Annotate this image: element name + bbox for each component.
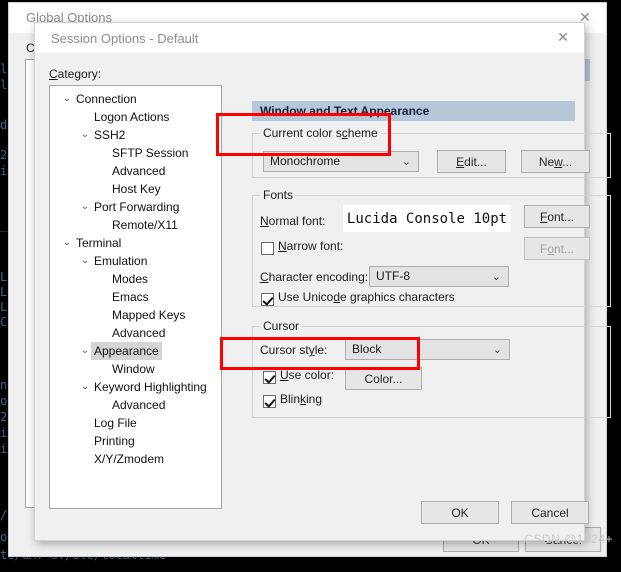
narrow-font-checkbox[interactable] xyxy=(261,242,274,255)
chevron-down-icon[interactable]: ⌄ xyxy=(492,270,501,283)
watermark: CSDN @1024+ xyxy=(524,532,613,546)
chevron-down-icon[interactable]: ⌄ xyxy=(60,90,74,108)
terminal-line: L xyxy=(0,270,8,284)
tree-item-label: Modes xyxy=(112,272,149,286)
character-encoding-select[interactable]: UTF-8 ⌄ xyxy=(369,266,509,287)
tree-item-modes[interactable]: Modes xyxy=(50,270,221,288)
chevron-down-icon[interactable]: ⌄ xyxy=(78,198,92,216)
tree-item-label: Emulation xyxy=(94,254,148,268)
tree-item-advanced[interactable]: Advanced xyxy=(50,162,221,180)
tree-item-advanced[interactable]: Advanced xyxy=(50,324,221,342)
terminal-line: i xyxy=(0,164,8,178)
chevron-down-icon[interactable]: ⌄ xyxy=(60,234,74,252)
tree-item-advanced[interactable]: Advanced xyxy=(50,396,221,414)
terminal-line: l xyxy=(0,62,8,76)
color-scheme-value: Monochrome xyxy=(270,154,341,168)
character-encoding-value: UTF-8 xyxy=(376,269,410,283)
tree-item-label: Emacs xyxy=(112,290,149,304)
narrow-font-label: Narrow font: xyxy=(278,239,344,253)
tree-item-label: X/Y/Zmodem xyxy=(94,452,165,466)
terminal-line: n xyxy=(0,378,8,392)
new-scheme-button[interactable]: New... xyxy=(521,150,590,173)
chevron-down-icon[interactable]: ⌄ xyxy=(78,378,92,396)
use-unicode-graphics-label: Use Unicode graphics characters xyxy=(278,290,455,304)
tree-item-label: Appearance xyxy=(91,342,162,360)
chevron-down-icon[interactable]: ⌄ xyxy=(493,343,502,356)
tree-item-appearance[interactable]: ⌄ Appearance xyxy=(50,342,221,360)
tree-item-connection[interactable]: ⌄ Connection xyxy=(50,90,221,108)
normal-font-label: Normal font: xyxy=(260,214,326,228)
tree-item-port-forwarding[interactable]: ⌄ Port Forwarding xyxy=(50,198,221,216)
fonts-group-title: Fonts xyxy=(260,188,297,202)
tree-item-label: Host Key xyxy=(112,182,161,196)
category-tree[interactable]: ⌄ Connection Logon Actions ⌄ SSH2 SFTP Sessio… xyxy=(49,85,222,509)
tree-item-label: SFTP Session xyxy=(112,146,189,160)
color-button[interactable]: Color... xyxy=(345,367,422,390)
close-icon[interactable]: ✕ xyxy=(542,23,584,52)
tree-item-ssh2[interactable]: ⌄ SSH2 xyxy=(50,126,221,144)
session-options-titlebar: Session Options - Default ✕ xyxy=(35,23,584,53)
annotation-box-use-color xyxy=(220,337,420,370)
terminal-line: C xyxy=(0,315,8,329)
cancel-button[interactable]: Cancel xyxy=(511,501,589,524)
tree-item-logon-actions[interactable]: Logon Actions xyxy=(50,108,221,126)
terminal-line: _ xyxy=(0,218,8,232)
session-options-title: Session Options - Default xyxy=(51,31,199,46)
annotation-box-color-scheme xyxy=(216,113,391,156)
use-color-label: Use color: xyxy=(280,368,335,382)
blinking-label: Blinking xyxy=(280,392,323,406)
tree-item-label: Log File xyxy=(94,416,137,430)
tree-item-window[interactable]: Window xyxy=(50,360,221,378)
chevron-down-icon[interactable]: ⌄ xyxy=(78,126,92,144)
tree-item-label: Port Forwarding xyxy=(94,200,180,214)
tree-item-label: Connection xyxy=(76,92,137,106)
chevron-down-icon[interactable]: ⌄ xyxy=(78,342,92,360)
tree-item-x-y-zmodem[interactable]: X/Y/Zmodem xyxy=(50,450,221,468)
tree-item-label: Advanced xyxy=(112,326,166,340)
tree-item-keyword-highlighting[interactable]: ⌄ Keyword Highlighting xyxy=(50,378,221,396)
tree-item-terminal[interactable]: ⌄ Terminal xyxy=(50,234,221,252)
session-options-dialog: Session Options - Default ✕ Category: ⌄ C… xyxy=(34,22,611,541)
blinking-checkbox[interactable] xyxy=(263,395,276,408)
tree-item-remote-x11[interactable]: Remote/X11 xyxy=(50,216,221,234)
tree-item-printing[interactable]: Printing xyxy=(50,432,221,450)
narrow-font-button: Font... xyxy=(524,237,590,260)
terminal-line: / xyxy=(0,508,8,522)
tree-item-label: SSH2 xyxy=(94,128,126,142)
tree-item-emulation[interactable]: ⌄ Emulation xyxy=(50,252,221,270)
edit-scheme-button[interactable]: Edit... xyxy=(437,150,506,173)
chevron-down-icon[interactable]: ⌄ xyxy=(78,252,92,270)
character-encoding-label: Character encoding: xyxy=(260,270,369,284)
use-color-checkbox[interactable] xyxy=(263,371,276,384)
tree-item-label: Mapped Keys xyxy=(112,308,186,322)
normal-font-value: Lucida Console 10pt xyxy=(343,205,511,232)
tree-item-label: Logon Actions xyxy=(94,110,170,124)
chevron-down-icon[interactable]: ⌄ xyxy=(402,155,411,168)
terminal-line: d xyxy=(0,118,8,132)
tree-item-mapped-keys[interactable]: Mapped Keys xyxy=(50,306,221,324)
tree-item-label: Advanced xyxy=(112,164,166,178)
tree-item-label: Keyword Highlighting xyxy=(94,380,207,394)
terminal-line: 2 xyxy=(0,410,8,424)
tree-item-label: Terminal xyxy=(76,236,122,250)
tree-item-label: Window xyxy=(112,362,155,376)
terminal-line: i xyxy=(0,442,8,456)
terminal-line: 2 xyxy=(0,148,8,162)
tree-item-label: Printing xyxy=(94,434,135,448)
tree-item-label: Remote/X11 xyxy=(112,218,178,232)
use-unicode-graphics-checkbox[interactable] xyxy=(261,293,274,306)
tree-item-emacs[interactable]: Emacs xyxy=(50,288,221,306)
terminal-line: L xyxy=(0,285,8,299)
font-button[interactable]: Font... xyxy=(524,205,590,228)
terminal-line: i xyxy=(0,426,8,440)
ok-button[interactable]: OK xyxy=(421,501,499,524)
tree-item-log-file[interactable]: Log File xyxy=(50,414,221,432)
tree-item-host-key[interactable]: Host Key xyxy=(50,180,221,198)
tree-item-label: Advanced xyxy=(112,398,166,412)
terminal-line: o xyxy=(0,394,8,408)
tree-item-sftp-session[interactable]: SFTP Session xyxy=(50,144,221,162)
cursor-group-title: Cursor xyxy=(260,319,303,333)
terminal-line: L xyxy=(0,300,8,314)
category-label: Category: xyxy=(49,67,102,81)
